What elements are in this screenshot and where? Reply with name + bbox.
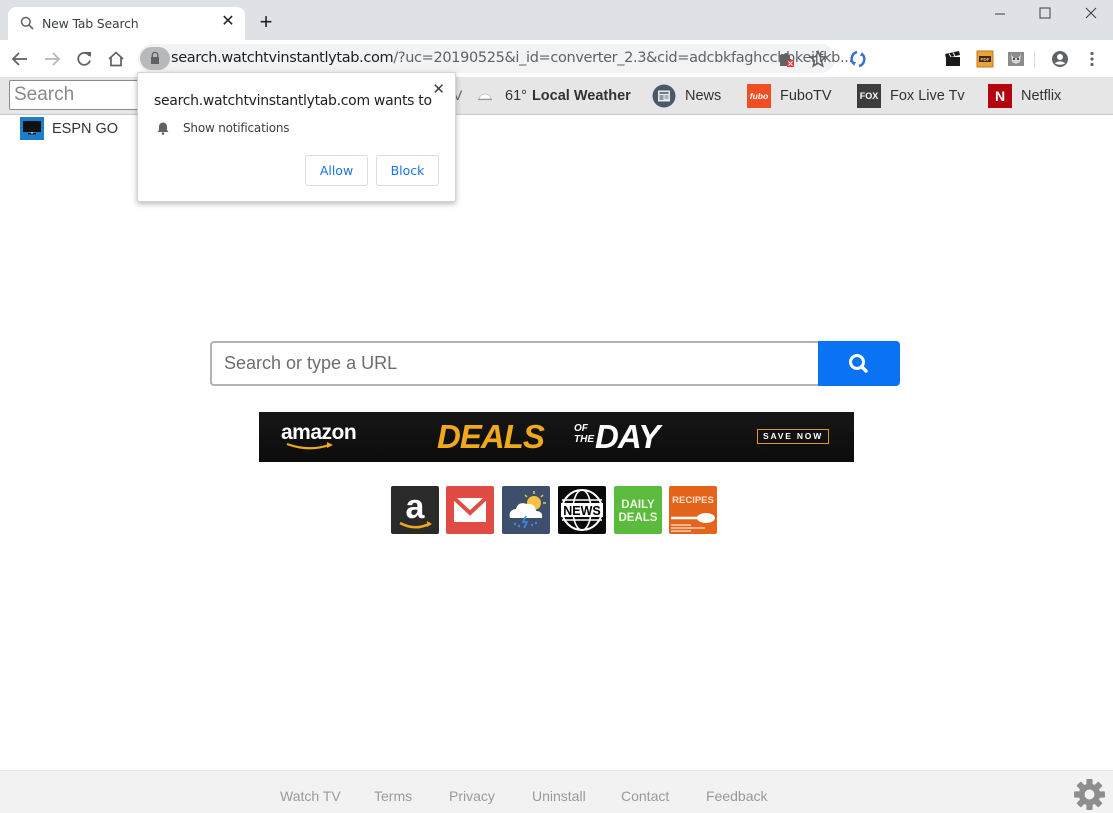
forward-icon[interactable] — [41, 48, 63, 70]
tv-icon — [20, 117, 44, 140]
lock-icon — [151, 51, 159, 64]
recipes-icon: RECIPES — [671, 495, 715, 532]
maximize-icon — [1039, 7, 1051, 19]
footer-link-feedback[interactable]: Feedback — [706, 788, 767, 804]
reload-icon[interactable] — [73, 48, 95, 70]
footer-link-contact[interactable]: Contact — [621, 788, 669, 804]
sync-extension-icon[interactable] — [848, 49, 868, 69]
url-text[interactable]: search.watchtvinstantlytab.com/?uc=20190… — [171, 50, 853, 66]
extension-blocked-icon[interactable] — [776, 50, 796, 70]
tile-weather[interactable] — [502, 486, 550, 534]
search-icon — [20, 16, 34, 30]
banner-the: THE — [574, 434, 594, 445]
bar-item-label: Netflix — [1021, 88, 1062, 104]
footer-link-privacy[interactable]: Privacy — [449, 788, 495, 804]
main-search-input[interactable]: Search or type a URL — [210, 341, 820, 386]
tab-strip: New Tab Search ✕ + — [0, 0, 1113, 40]
maximize-button[interactable] — [1030, 4, 1060, 24]
cat-extension-icon[interactable] — [1006, 49, 1026, 69]
globe-news-icon: NEWS — [561, 489, 603, 531]
profile-icon[interactable] — [1050, 49, 1070, 69]
fox-icon: FOX — [857, 84, 881, 108]
tile-gmail[interactable] — [446, 486, 494, 534]
menu-icon[interactable] — [1082, 49, 1102, 69]
new-tab-button[interactable]: + — [256, 11, 276, 33]
search-icon — [849, 354, 868, 373]
main-search: Search or type a URL — [210, 341, 900, 386]
allow-button[interactable]: Allow — [305, 155, 368, 186]
svg-text:RECIPES: RECIPES — [672, 495, 714, 506]
amazon-smile-icon — [286, 442, 333, 450]
star-icon[interactable] — [808, 49, 828, 69]
svg-text:a: a — [406, 488, 426, 526]
tab-title: New Tab Search — [42, 16, 139, 31]
bar-search-input[interactable]: Search — [9, 80, 149, 110]
svg-text:DAILY: DAILY — [621, 499, 655, 511]
tile-daily-deals[interactable]: DAILY DEALS — [614, 486, 662, 534]
tile-amazon[interactable]: a — [391, 486, 439, 534]
tile-recipes[interactable]: RECIPES — [669, 486, 717, 534]
gear-icon[interactable] — [1073, 778, 1106, 811]
footer-link-terms[interactable]: Terms — [374, 788, 412, 804]
bell-icon — [157, 122, 169, 135]
bar-item-netflix[interactable]: N Netflix — [988, 83, 1061, 109]
bar-item-fox-live-tv[interactable]: FOX Fox Live Tv — [857, 83, 965, 109]
site-info-button[interactable] — [140, 47, 170, 70]
bar-item-espn-go[interactable]: ESPN GO — [20, 117, 118, 140]
bar-item-news[interactable]: News — [652, 83, 721, 109]
bar-item-label: Fox Live Tv — [890, 88, 965, 104]
bar-item-label: ESPN GO — [52, 120, 119, 137]
news-icon — [652, 84, 676, 108]
weather-temp: 61° — [505, 88, 527, 104]
close-icon — [1085, 7, 1097, 19]
dialog-title: search.watchtvinstantlytab.com wants to — [154, 93, 432, 109]
bar-item-fubotv[interactable]: fubo FuboTV — [747, 83, 832, 109]
svg-text:NEWS: NEWS — [563, 504, 601, 518]
banner-headline-day: DAY — [595, 418, 660, 455]
fubo-icon: fubo — [747, 84, 771, 108]
weather-icon — [509, 491, 546, 529]
netflix-icon: N — [988, 84, 1012, 108]
permission-text: Show notifications — [183, 121, 290, 135]
weather-label: Local Weather — [531, 88, 631, 104]
banner-headline-deals: DEALS — [437, 418, 545, 455]
url-host: search.watchtvinstantlytab.com — [171, 50, 394, 66]
bar-item-label: News — [685, 88, 722, 104]
weather-widget[interactable]: 61° Local Weather — [477, 83, 631, 109]
block-button[interactable]: Block — [376, 155, 439, 186]
pdf-extension-icon[interactable]: PDF — [975, 49, 995, 69]
tile-news[interactable]: NEWS — [558, 486, 606, 534]
close-icon[interactable]: ✕ — [432, 80, 445, 98]
amazon-icon: a — [399, 488, 432, 529]
notification-permission-dialog: search.watchtvinstantlytab.com wants to … — [137, 72, 456, 202]
mail-icon — [452, 496, 488, 522]
address-bar[interactable]: search.watchtvinstantlytab.com/?uc=20190… — [138, 44, 853, 73]
amazon-deals-banner[interactable]: amazon DEALS OF THE DAY SAVE NOW — [259, 412, 854, 462]
clapperboard-extension-icon[interactable] — [943, 49, 963, 69]
banner-of: OF — [574, 423, 588, 434]
cloud-icon — [478, 93, 492, 101]
save-now-button[interactable]: SAVE NOW — [757, 429, 829, 444]
bar-item-label: FuboTV — [780, 88, 832, 104]
minimize-button[interactable] — [985, 4, 1015, 24]
daily-deals-icon: DAILYDEALS — [619, 499, 658, 524]
toolbar-divider — [1034, 51, 1035, 67]
banner-of-the: OF THE — [574, 423, 594, 445]
svg-text:PDF: PDF — [981, 57, 990, 62]
footer: Watch TV Terms Privacy Uninstall Contact… — [0, 770, 1113, 813]
footer-link-watch-tv[interactable]: Watch TV — [280, 788, 341, 804]
close-window-button[interactable] — [1076, 4, 1106, 24]
tab-new-tab-search[interactable]: New Tab Search ✕ — [8, 7, 245, 40]
search-button[interactable] — [818, 341, 900, 386]
back-icon[interactable] — [9, 48, 31, 70]
footer-link-uninstall[interactable]: Uninstall — [532, 788, 586, 804]
tab-close-icon[interactable]: ✕ — [220, 14, 236, 30]
svg-text:DEALS: DEALS — [619, 512, 658, 524]
minimize-icon — [995, 13, 1005, 15]
home-icon[interactable] — [105, 48, 127, 70]
